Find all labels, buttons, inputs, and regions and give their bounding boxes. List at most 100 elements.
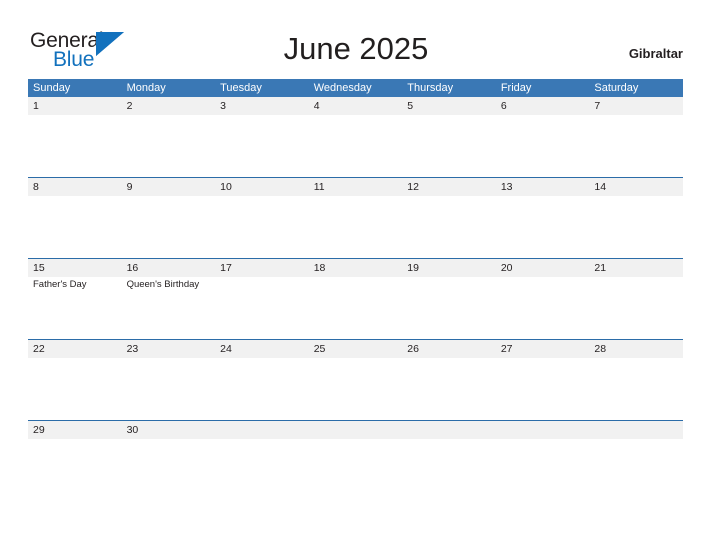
day-cell[interactable] — [402, 421, 496, 439]
day-cell[interactable] — [496, 421, 590, 439]
day-cell[interactable]: 13 — [496, 178, 590, 196]
event-cell[interactable] — [215, 277, 309, 339]
event-cell[interactable] — [496, 358, 590, 420]
day-cell[interactable]: 30 — [122, 421, 216, 439]
week-row: 15 16 17 18 19 20 21 Father's Day Queen'… — [28, 258, 683, 339]
day-cell[interactable]: 1 — [28, 97, 122, 115]
weekday-header-tuesday: Tuesday — [220, 82, 262, 94]
event-cell[interactable] — [309, 196, 403, 258]
event-cell[interactable]: Father's Day — [28, 277, 122, 339]
event-cell[interactable] — [402, 115, 496, 177]
day-cell[interactable] — [309, 421, 403, 439]
week-event-band: Father's Day Queen's Birthday — [28, 277, 683, 339]
day-number: 20 — [500, 262, 513, 274]
day-cell[interactable]: 15 — [28, 259, 122, 277]
event-cell[interactable] — [28, 196, 122, 258]
event-cell[interactable] — [496, 115, 590, 177]
weekday-header-friday: Friday — [500, 82, 532, 94]
day-cell[interactable] — [589, 421, 683, 439]
day-cell[interactable]: 12 — [402, 178, 496, 196]
event-cell[interactable] — [589, 358, 683, 420]
event-cell[interactable] — [589, 277, 683, 339]
day-cell[interactable]: 27 — [496, 340, 590, 358]
week-row: 8 9 10 11 12 13 14 — [28, 177, 683, 258]
day-cell[interactable]: 8 — [28, 178, 122, 196]
day-cell[interactable]: 2 — [122, 97, 216, 115]
event-cell[interactable] — [309, 358, 403, 420]
event-cell[interactable]: Queen's Birthday — [122, 277, 216, 339]
day-number: 10 — [220, 181, 232, 193]
day-cell[interactable]: 28 — [589, 340, 683, 358]
week-row: 22 23 24 25 26 27 28 — [28, 339, 683, 420]
day-number: 13 — [500, 181, 513, 193]
day-cell[interactable]: 7 — [589, 97, 683, 115]
event-cell[interactable] — [122, 115, 216, 177]
day-cell[interactable]: 25 — [309, 340, 403, 358]
day-cell[interactable]: 21 — [589, 259, 683, 277]
day-cell[interactable]: 3 — [215, 97, 309, 115]
day-cell[interactable]: 22 — [28, 340, 122, 358]
day-cell[interactable]: 5 — [402, 97, 496, 115]
day-number: 28 — [594, 343, 607, 355]
day-number: 16 — [126, 262, 139, 274]
day-number: 2 — [126, 100, 133, 112]
event-cell[interactable] — [309, 115, 403, 177]
event-cell[interactable] — [122, 358, 216, 420]
event-cell[interactable] — [589, 115, 683, 177]
day-cell[interactable]: 19 — [402, 259, 496, 277]
calendar-grid: Sunday Monday Tuesday Wednesday Thursday… — [28, 79, 683, 441]
day-number: 1 — [33, 100, 39, 112]
day-number: 6 — [500, 100, 507, 112]
event-cell[interactable] — [402, 277, 496, 339]
event-cell[interactable] — [215, 115, 309, 177]
day-cell[interactable]: 9 — [122, 178, 216, 196]
day-cell[interactable]: 20 — [496, 259, 590, 277]
day-number: 21 — [594, 262, 607, 274]
region-label: Gibraltar — [628, 46, 683, 61]
event-cell[interactable] — [496, 277, 590, 339]
day-cell[interactable]: 18 — [309, 259, 403, 277]
day-cell[interactable]: 26 — [402, 340, 496, 358]
day-number: 9 — [126, 181, 133, 193]
day-number: 17 — [220, 262, 232, 274]
day-number: 25 — [313, 343, 326, 355]
day-cell[interactable] — [215, 421, 309, 439]
event-cell[interactable] — [28, 115, 122, 177]
week-event-band — [28, 358, 683, 420]
day-cell[interactable]: 6 — [496, 97, 590, 115]
event-cell[interactable] — [122, 196, 216, 258]
page-header: General Blue June 2025 Gibraltar — [0, 0, 712, 79]
week-date-band: 1 2 3 4 5 6 7 — [28, 97, 683, 115]
day-number: 12 — [407, 181, 419, 193]
day-cell[interactable]: 11 — [309, 178, 403, 196]
weekday-header-monday: Monday — [126, 82, 166, 94]
event-cell[interactable] — [28, 358, 122, 420]
weekday-header-row: Sunday Monday Tuesday Wednesday Thursday… — [28, 79, 683, 97]
day-number: 3 — [220, 100, 226, 112]
day-cell[interactable]: 16 — [122, 259, 216, 277]
day-cell[interactable]: 17 — [215, 259, 309, 277]
page-title: June 2025 — [283, 31, 429, 66]
event-cell[interactable] — [402, 358, 496, 420]
day-cell[interactable]: 14 — [589, 178, 683, 196]
day-number: 7 — [594, 100, 601, 112]
weekday-header-sunday: Sunday — [33, 82, 71, 94]
event-cell[interactable] — [589, 196, 683, 258]
event-cell[interactable] — [215, 358, 309, 420]
day-number: 14 — [594, 181, 607, 193]
day-cell[interactable]: 29 — [28, 421, 122, 439]
day-cell[interactable]: 23 — [122, 340, 216, 358]
event-cell[interactable] — [402, 196, 496, 258]
event-cell[interactable] — [215, 196, 309, 258]
event-cell[interactable] — [309, 277, 403, 339]
day-number: 8 — [33, 181, 39, 193]
day-number: 26 — [407, 343, 419, 355]
day-number: 11 — [313, 181, 325, 193]
weekday-header-thursday: Thursday — [407, 82, 454, 94]
week-event-band — [28, 115, 683, 177]
day-cell[interactable]: 4 — [309, 97, 403, 115]
event-text: Queen's Birthday — [126, 279, 200, 290]
day-cell[interactable]: 10 — [215, 178, 309, 196]
event-cell[interactable] — [496, 196, 590, 258]
day-cell[interactable]: 24 — [215, 340, 309, 358]
